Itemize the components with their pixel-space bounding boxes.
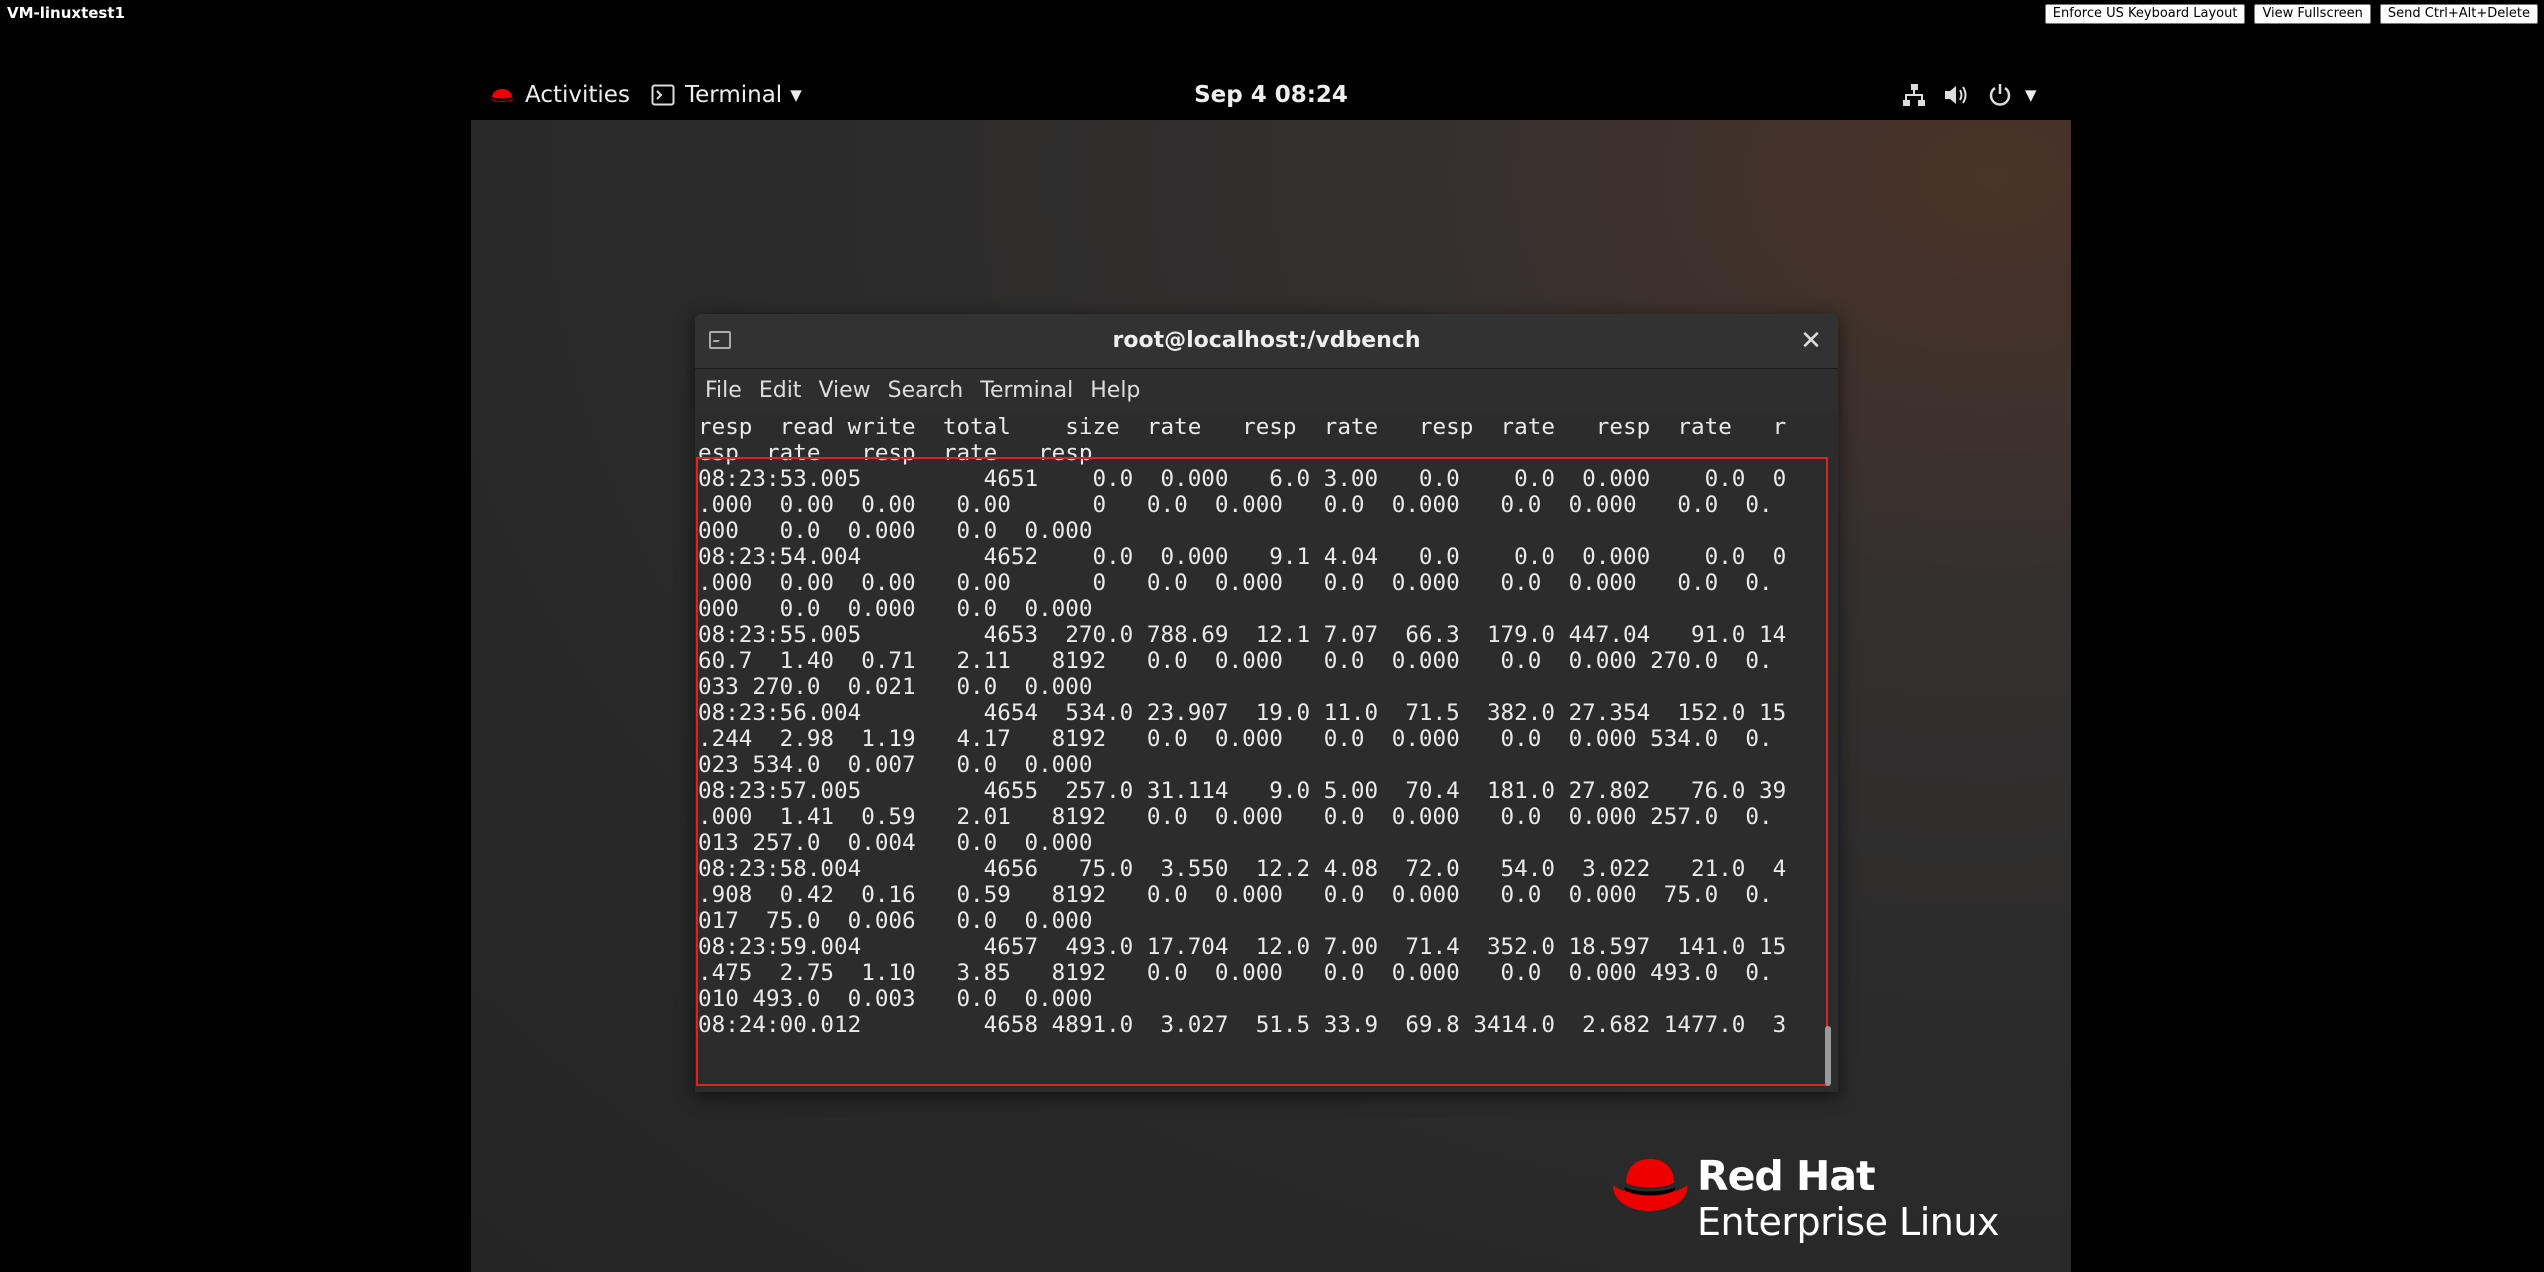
terminal-window[interactable]: root@localhost:/vdbench ✕ File Edit View… <box>695 314 1838 1092</box>
terminal-line: 08:23:57.005 4655 257.0 31.114 9.0 5.00 … <box>698 778 1787 804</box>
volume-icon <box>1945 86 1967 104</box>
vm-toolbar: Enforce US Keyboard Layout View Fullscre… <box>2044 4 2538 24</box>
terminal-line: 08:23:56.004 4654 534.0 23.907 19.0 11.0… <box>698 700 1787 726</box>
network-wired-icon <box>1903 84 1925 106</box>
activities-label: Activities <box>525 82 630 108</box>
terminal-line: 08:23:58.004 4656 75.0 3.550 12.2 4.08 7… <box>698 856 1787 882</box>
terminal-line: 017 75.0 0.006 0.0 0.000 <box>698 908 1093 934</box>
chevron-down-icon: ▼ <box>2025 86 2037 104</box>
logo-line1: Red Hat <box>1697 1152 1876 1200</box>
redhat-fedora-icon <box>490 89 514 102</box>
scrollbar-thumb[interactable] <box>1825 1026 1831 1086</box>
terminal-line: 60.7 1.40 0.71 2.11 8192 0.0 0.000 0.0 0… <box>698 648 1773 674</box>
gnome-top-bar: Activities Terminal ▼ Sep 4 08:24 ▼ <box>471 70 2071 120</box>
desktop: root@localhost:/vdbench ✕ File Edit View… <box>471 120 2071 1272</box>
redhat-hat-icon <box>1613 1159 1688 1211</box>
terminal-line: 000 0.0 0.000 0.0 0.000 <box>698 518 1093 544</box>
terminal-line: .000 0.00 0.00 0.00 0 0.0 0.000 0.0 0.00… <box>698 570 1773 596</box>
menu-terminal[interactable]: Terminal <box>970 378 1080 403</box>
terminal-line: 033 270.0 0.021 0.0 0.000 <box>698 674 1093 700</box>
system-menu[interactable]: ▼ <box>1901 70 2037 120</box>
terminal-line: .244 2.98 1.19 4.17 8192 0.0 0.000 0.0 0… <box>698 726 1773 752</box>
menu-view[interactable]: View <box>808 378 877 403</box>
redhat-logo-text: Red Hat Enterprise Linux <box>1697 1152 1999 1244</box>
terminal-line: 08:23:53.005 4651 0.0 0.000 6.0 3.00 0.0… <box>698 466 1787 492</box>
app-menu-label: Terminal <box>685 82 783 108</box>
terminal-line: 08:23:55.005 4653 270.0 788.69 12.1 7.07… <box>698 622 1787 648</box>
terminal-app-menu[interactable]: Terminal ▼ <box>651 70 802 120</box>
terminal-titlebar[interactable]: root@localhost:/vdbench ✕ <box>695 314 1838 369</box>
terminal-line: .000 0.00 0.00 0.00 0 0.0 0.000 0.0 0.00… <box>698 492 1773 518</box>
terminal-line: 08:24:00.012 4658 4891.0 3.027 51.5 33.9… <box>698 1012 1787 1038</box>
terminal-icon <box>651 84 675 106</box>
menu-help[interactable]: Help <box>1080 378 1147 403</box>
terminal-line: .000 1.41 0.59 2.01 8192 0.0 0.000 0.0 0… <box>698 804 1773 830</box>
send-ctrl-alt-delete-button[interactable]: Send Ctrl+Alt+Delete <box>2379 4 2538 24</box>
terminal-line: 023 534.0 0.007 0.0 0.000 <box>698 752 1093 778</box>
logo-line2: Enterprise Linux <box>1697 1200 1999 1244</box>
menu-edit[interactable]: Edit <box>749 378 809 403</box>
chevron-down-icon: ▼ <box>790 86 802 104</box>
guest-screen: Activities Terminal ▼ Sep 4 08:24 ▼ root… <box>471 70 2071 1272</box>
power-icon <box>1989 84 2011 106</box>
terminal-line: 08:23:59.004 4657 493.0 17.704 12.0 7.00… <box>698 934 1787 960</box>
close-icon[interactable]: ✕ <box>1796 326 1826 356</box>
terminal-line: .475 2.75 1.10 3.85 8192 0.0 0.000 0.0 0… <box>698 960 1773 986</box>
terminal-line: .908 0.42 0.16 0.59 8192 0.0 0.000 0.0 0… <box>698 882 1773 908</box>
activities-button[interactable]: Activities <box>489 70 630 120</box>
terminal-line: 000 0.0 0.000 0.0 0.000 <box>698 596 1093 622</box>
menu-search[interactable]: Search <box>878 378 971 403</box>
terminal-line: resp read write total size rate resp rat… <box>698 414 1787 440</box>
terminal-output[interactable]: 08:24:00.012 4658 4891.0 3.027 51.5 33.9… <box>695 412 1838 1092</box>
clock[interactable]: Sep 4 08:24 <box>1194 82 1348 108</box>
vm-title: VM-linuxtest1 <box>7 4 125 22</box>
terminal-menubar: File Edit View Search Terminal Help <box>695 369 1838 412</box>
terminal-title: root@localhost:/vdbench <box>1112 328 1421 353</box>
terminal-line: esp rate resp rate resp <box>698 440 1093 466</box>
terminal-line: 010 493.0 0.003 0.0 0.000 <box>698 986 1093 1012</box>
terminal-line: 08:23:54.004 4652 0.0 0.000 9.1 4.04 0.0… <box>698 544 1787 570</box>
view-fullscreen-button[interactable]: View Fullscreen <box>2254 4 2371 24</box>
terminal-line: 013 257.0 0.004 0.0 0.000 <box>698 830 1093 856</box>
enforce-us-keyboard-button[interactable]: Enforce US Keyboard Layout <box>2044 4 2246 24</box>
menu-file[interactable]: File <box>695 378 749 403</box>
